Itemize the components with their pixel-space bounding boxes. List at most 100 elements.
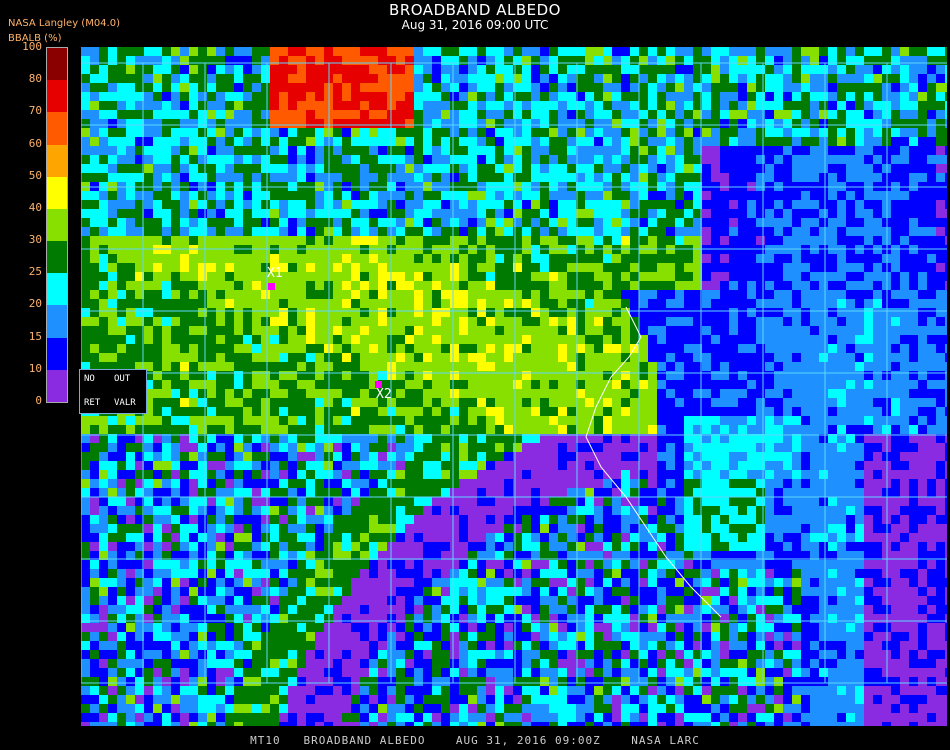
albedo-cell [684,209,693,218]
albedo-cell [333,326,342,335]
albedo-cell [468,443,477,452]
albedo-cell [702,443,711,452]
albedo-cell [819,335,828,344]
albedo-cell [81,119,90,128]
albedo-cell [468,398,477,407]
albedo-cell [522,173,531,182]
albedo-cell [522,110,531,119]
albedo-cell [279,299,288,308]
albedo-cell [810,479,819,488]
albedo-cell [531,227,540,236]
albedo-cell [891,335,900,344]
albedo-cell [108,101,117,110]
albedo-cell [900,416,909,425]
albedo-cell [846,200,855,209]
albedo-cell [486,470,495,479]
albedo-cell [846,470,855,479]
albedo-cell [99,308,108,317]
albedo-cell [567,335,576,344]
albedo-cell [891,299,900,308]
albedo-cell [747,443,756,452]
albedo-cell [225,506,234,515]
albedo-cell [342,362,351,371]
albedo-cell [198,407,207,416]
albedo-cell [117,218,126,227]
albedo-cell [603,47,612,56]
albedo-cell [909,164,918,173]
albedo-cell [549,452,558,461]
albedo-cell [657,461,666,470]
albedo-cell [837,83,846,92]
albedo-cell [666,218,675,227]
albedo-cell [252,353,261,362]
albedo-cell [792,263,801,272]
albedo-cell [846,425,855,434]
albedo-cell [558,65,567,74]
albedo-cell [450,425,459,434]
albedo-cell [207,272,216,281]
albedo-cell [747,281,756,290]
albedo-cell [540,362,549,371]
albedo-cell [918,191,927,200]
albedo-cell [504,155,513,164]
albedo-cell [180,272,189,281]
albedo-cell [468,380,477,389]
albedo-cell [297,173,306,182]
albedo-cell [774,416,783,425]
albedo-cell [657,218,666,227]
albedo-cell [423,272,432,281]
albedo-cell [810,209,819,218]
albedo-cell [189,425,198,434]
albedo-cell [351,398,360,407]
albedo-cell [747,461,756,470]
albedo-cell [315,146,324,155]
albedo-cell [765,155,774,164]
albedo-cell [747,290,756,299]
albedo-cell [396,317,405,326]
albedo-cell [468,272,477,281]
albedo-cell [756,137,765,146]
albedo-cell [180,299,189,308]
albedo-cell [360,236,369,245]
albedo-cell [603,497,612,506]
albedo-cell [486,488,495,497]
albedo-cell [684,452,693,461]
albedo-cell [747,119,756,128]
albedo-map[interactable] [81,47,947,726]
albedo-cell [252,371,261,380]
albedo-cell [513,155,522,164]
albedo-cell [477,254,486,263]
albedo-cell [720,128,729,137]
albedo-cell [828,110,837,119]
albedo-cell [837,173,846,182]
albedo-cell [585,254,594,263]
albedo-cell [774,389,783,398]
albedo-cell [207,452,216,461]
albedo-cell [405,416,414,425]
albedo-cell [855,101,864,110]
albedo-cell [666,74,675,83]
albedo-cell [927,308,936,317]
albedo-cell [801,281,810,290]
albedo-cell [891,380,900,389]
color-scale-band [47,176,67,210]
albedo-cell [837,110,846,119]
albedo-cell [171,83,180,92]
albedo-cell [207,299,216,308]
albedo-cell [729,47,738,56]
albedo-cell [945,83,947,92]
albedo-cell [846,263,855,272]
albedo-cell [684,155,693,164]
albedo-cell [756,407,765,416]
albedo-cell [621,254,630,263]
albedo-cell [927,461,936,470]
albedo-cell [630,65,639,74]
albedo-cell [477,488,486,497]
albedo-cell [630,74,639,83]
albedo-cell [216,272,225,281]
albedo-cell [918,137,927,146]
albedo-cell [720,218,729,227]
albedo-cell [585,398,594,407]
albedo-cell [810,416,819,425]
albedo-cell [99,416,108,425]
